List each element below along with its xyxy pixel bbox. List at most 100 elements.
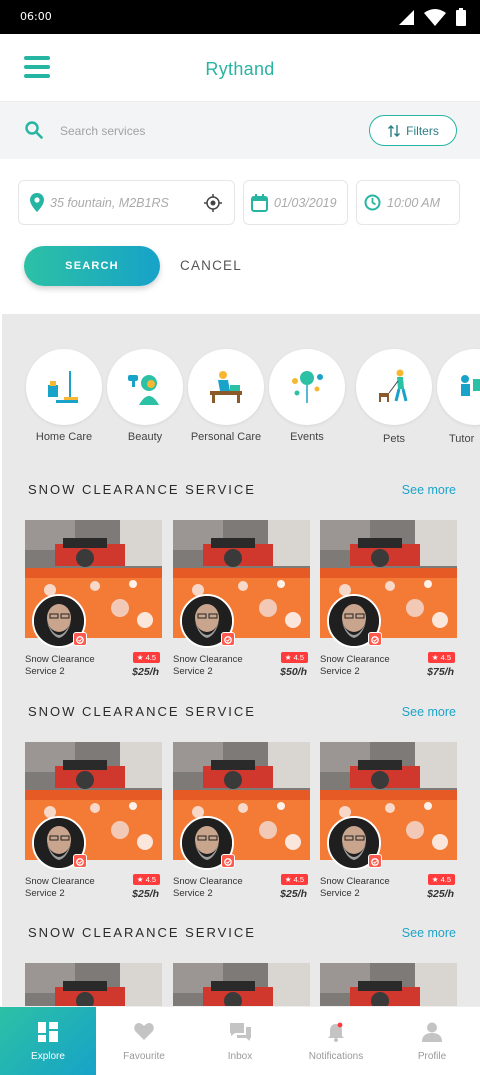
rating-value: 4.5 bbox=[145, 875, 156, 884]
nav-inbox[interactable]: Inbox bbox=[192, 1007, 288, 1075]
category-events[interactable]: Events bbox=[267, 349, 347, 443]
category-circle bbox=[437, 349, 480, 425]
grid-icon bbox=[38, 1022, 58, 1042]
location-field[interactable]: 35 fountain, M2B1RS bbox=[18, 180, 235, 225]
category-label: Personal Care bbox=[190, 431, 262, 443]
nav-label: Profile bbox=[417, 1051, 447, 1062]
verified-badge-icon bbox=[221, 632, 235, 646]
hair-dryer-icon bbox=[128, 375, 159, 405]
service-photo bbox=[320, 963, 457, 1006]
service-name: Snow Clearance Service 2 bbox=[173, 876, 263, 899]
location-pin-icon bbox=[30, 193, 44, 212]
service-card[interactable]: Snow Clearance Service 2 ★ 4.5 $25/h bbox=[320, 742, 457, 900]
nav-label: Favourite bbox=[123, 1051, 165, 1062]
see-more-link[interactable]: See more bbox=[402, 705, 456, 719]
rating-badge: ★ 4.5 bbox=[132, 874, 160, 885]
person-icon bbox=[422, 1022, 442, 1042]
nav-favourite[interactable]: Favourite bbox=[96, 1007, 192, 1075]
see-more-link[interactable]: See more bbox=[402, 926, 456, 940]
star-icon: ★ bbox=[136, 875, 144, 884]
sort-arrows-icon bbox=[388, 124, 401, 137]
snow-plow-photo bbox=[173, 963, 310, 1006]
rating-badge: ★ 4.5 bbox=[280, 652, 308, 663]
date-value: 01/03/2019 bbox=[274, 195, 337, 210]
time-field[interactable]: 10:00 AM bbox=[356, 180, 460, 225]
service-name-line1: Snow Clearance bbox=[25, 654, 95, 665]
heart-icon bbox=[134, 1023, 154, 1040]
status-time: 06:00 bbox=[20, 10, 52, 23]
category-personal-care[interactable]: Personal Care bbox=[186, 349, 266, 443]
service-card[interactable] bbox=[25, 963, 162, 1006]
status-bar: 06:00 bbox=[0, 0, 480, 34]
nav-label: Notifications bbox=[308, 1051, 364, 1062]
service-card[interactable]: Snow Clearance Service 2 ★ 4.5 $75/h bbox=[320, 520, 457, 678]
rating-badge: ★ 4.5 bbox=[280, 874, 308, 885]
service-name-line2: Service 2 bbox=[320, 887, 360, 899]
service-name-line1: Snow Clearance bbox=[25, 876, 95, 887]
balloons-icon bbox=[292, 371, 323, 403]
cancel-button[interactable]: CANCEL bbox=[180, 258, 242, 273]
verified-badge-icon bbox=[221, 854, 235, 868]
battery-icon bbox=[456, 8, 466, 26]
service-card[interactable]: Snow Clearance Service 2 ★ 4.5 $50/h bbox=[173, 520, 310, 678]
filters-button[interactable]: Filters bbox=[369, 115, 457, 146]
category-circle bbox=[107, 349, 183, 425]
rating-value: 4.5 bbox=[440, 875, 451, 884]
signal-icon bbox=[399, 10, 414, 25]
service-price: $50/h bbox=[280, 666, 307, 678]
cleaning-icon bbox=[48, 371, 78, 403]
service-price: $25/h bbox=[132, 888, 159, 900]
explore-content: Home Care Beauty Personal Care Events Pe… bbox=[2, 314, 480, 1006]
category-home-care[interactable]: Home Care bbox=[24, 349, 104, 443]
rating-badge: ★ 4.5 bbox=[132, 652, 160, 663]
search-button[interactable]: SEARCH bbox=[24, 246, 160, 286]
snow-plow-photo bbox=[320, 963, 457, 1006]
system-icons bbox=[398, 8, 466, 26]
star-icon: ★ bbox=[136, 653, 144, 662]
service-photo bbox=[173, 963, 310, 1006]
search-input[interactable] bbox=[60, 119, 320, 143]
service-photo bbox=[25, 963, 162, 1006]
current-location-icon[interactable] bbox=[204, 194, 222, 212]
section-title: SNOW CLEARANCE SERVICE bbox=[28, 925, 256, 940]
service-name-line1: Snow Clearance bbox=[320, 654, 390, 665]
category-circle bbox=[356, 349, 432, 425]
service-card[interactable]: Snow Clearance Service 2 ★ 4.5 $25/h bbox=[25, 520, 162, 678]
rating-value: 4.5 bbox=[440, 653, 451, 662]
nav-profile[interactable]: Profile bbox=[384, 1007, 480, 1075]
rating-value: 4.5 bbox=[145, 653, 156, 662]
category-tutor[interactable]: Tutor bbox=[435, 349, 480, 445]
nav-notifications[interactable]: Notifications bbox=[288, 1007, 384, 1075]
rating-badge: ★ 4.5 bbox=[427, 652, 455, 663]
category-circle bbox=[26, 349, 102, 425]
service-price: $25/h bbox=[132, 666, 159, 678]
service-name: Snow Clearance Service 2 bbox=[25, 654, 115, 677]
star-icon: ★ bbox=[284, 875, 292, 884]
service-name-line2: Service 2 bbox=[25, 887, 65, 899]
service-card[interactable]: Snow Clearance Service 2 ★ 4.5 $25/h bbox=[25, 742, 162, 900]
wifi-icon bbox=[424, 8, 446, 26]
verified-badge-icon bbox=[368, 632, 382, 646]
category-pets[interactable]: Pets bbox=[354, 349, 434, 445]
date-field[interactable]: 01/03/2019 bbox=[243, 180, 348, 225]
app-title: Rythand bbox=[205, 59, 275, 79]
see-more-link[interactable]: See more bbox=[402, 483, 456, 497]
category-label: Events bbox=[290, 431, 324, 443]
category-label: Beauty bbox=[127, 431, 163, 443]
service-card[interactable] bbox=[320, 963, 457, 1006]
service-name: Snow Clearance Service 2 bbox=[320, 876, 410, 899]
time-value: 10:00 AM bbox=[387, 195, 441, 210]
verified-badge-icon bbox=[73, 854, 87, 868]
rating-value: 4.5 bbox=[293, 653, 304, 662]
calendar-icon bbox=[251, 193, 268, 212]
service-card[interactable]: Snow Clearance Service 2 ★ 4.5 $25/h bbox=[173, 742, 310, 900]
category-beauty[interactable]: Beauty bbox=[105, 349, 185, 443]
service-name-line1: Snow Clearance bbox=[320, 876, 390, 887]
nav-explore[interactable]: Explore bbox=[0, 1007, 96, 1075]
bottom-navigation: Explore Favourite Inbox Notifications Pr… bbox=[0, 1006, 480, 1075]
service-card[interactable] bbox=[173, 963, 310, 1006]
star-icon: ★ bbox=[284, 653, 292, 662]
location-value: 35 fountain, M2B1RS bbox=[50, 195, 169, 210]
star-icon: ★ bbox=[431, 875, 439, 884]
category-label: Pets bbox=[382, 433, 405, 445]
